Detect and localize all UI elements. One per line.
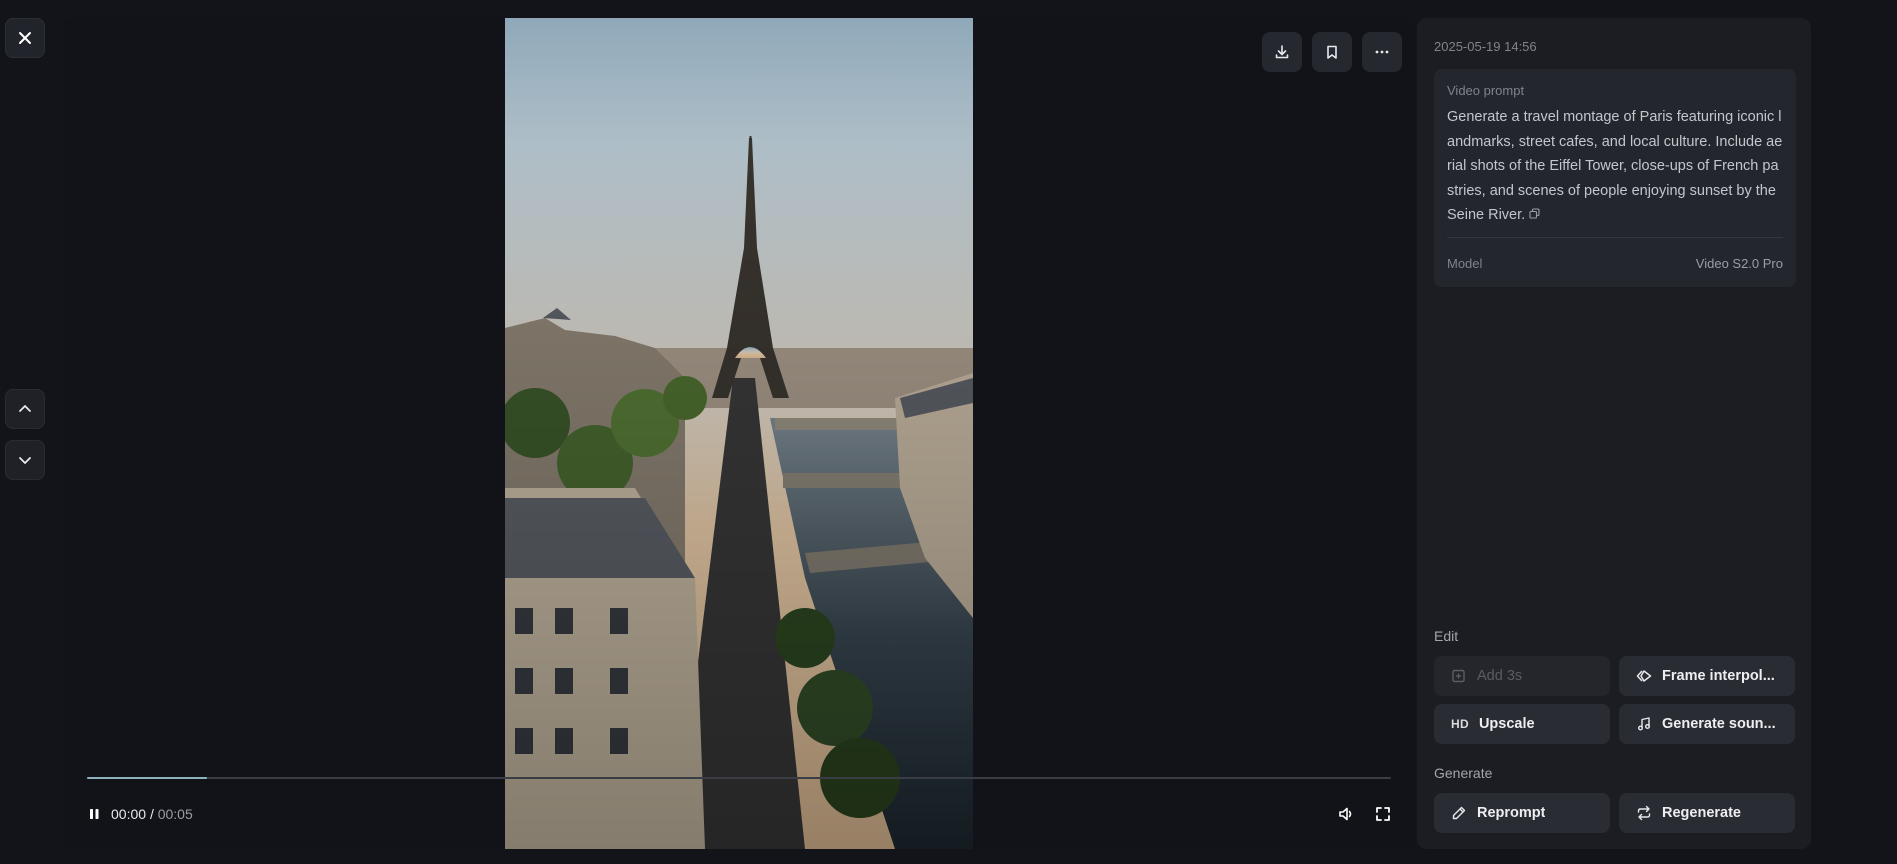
video-player[interactable] (505, 18, 973, 849)
upscale-label: Upscale (1478, 716, 1535, 732)
regenerate-label: Regenerate (1662, 805, 1741, 821)
time-current: 00:00 (111, 806, 147, 822)
model-label: Model (1447, 256, 1483, 271)
download-button[interactable] (1262, 32, 1302, 72)
divider (1447, 237, 1783, 238)
generate-sound-button[interactable]: Generate soun... (1619, 704, 1795, 744)
fullscreen-button[interactable] (1375, 806, 1391, 822)
add-3s-label: Add 3s (1477, 668, 1523, 684)
copy-button[interactable] (1529, 203, 1540, 228)
progress-fill (87, 777, 207, 779)
frame-interpolation-label: Frame interpol... (1662, 668, 1775, 684)
previous-button[interactable] (5, 389, 45, 429)
music-icon (1636, 716, 1652, 732)
pencil-icon (1451, 805, 1467, 821)
close-button[interactable] (5, 18, 45, 58)
pause-icon (90, 809, 99, 819)
generate-section-label: Generate (1434, 765, 1493, 781)
add-clip-icon (1451, 668, 1467, 684)
upscale-button[interactable]: HD Upscale (1434, 704, 1610, 744)
video-actions (1262, 32, 1402, 72)
frame-interpolation-icon (1636, 668, 1652, 684)
time-separator: / (149, 806, 154, 822)
volume-icon (1339, 807, 1352, 821)
time-total: 00:05 (157, 806, 193, 822)
timestamp: 2025-05-19 14:56 (1434, 39, 1537, 54)
prompt-text[interactable]: Generate a travel montage of Paris featu… (1447, 105, 1783, 228)
details-panel: 2025-05-19 14:56 Video prompt Generate a… (1417, 18, 1811, 849)
chevron-up-icon (19, 405, 31, 412)
download-icon (1275, 45, 1289, 59)
prompt-label: Video prompt (1447, 83, 1525, 98)
add-3s-button[interactable]: Add 3s (1434, 656, 1610, 696)
regenerate-button[interactable]: Regenerate (1619, 793, 1795, 833)
video-frame (505, 18, 973, 849)
time-display: 00:00 / 00:05 (111, 806, 193, 822)
copy-icon (1529, 208, 1540, 219)
bookmark-button[interactable] (1312, 32, 1352, 72)
model-value: Video S2.0 Pro (1695, 256, 1783, 271)
video-stage: 00:00 / 00:05 (62, 18, 1416, 849)
volume-button[interactable] (1337, 805, 1355, 823)
prompt-text-content: Generate a travel montage of Paris featu… (1447, 109, 1783, 224)
next-button[interactable] (5, 440, 45, 480)
pause-button[interactable] (87, 807, 101, 821)
more-icon (1375, 50, 1389, 54)
prompt-card: Video prompt Generate a travel montage o… (1434, 69, 1796, 287)
chevron-down-icon (19, 457, 31, 464)
reprompt-button[interactable]: Reprompt (1434, 793, 1610, 833)
reprompt-label: Reprompt (1477, 805, 1546, 821)
generate-sound-label: Generate soun... (1662, 716, 1776, 732)
edit-section-label: Edit (1434, 628, 1459, 644)
progress-bar[interactable] (87, 777, 1391, 779)
more-button[interactable] (1362, 32, 1402, 72)
frame-interpolation-button[interactable]: Frame interpol... (1619, 656, 1795, 696)
bookmark-icon (1327, 45, 1337, 59)
fullscreen-icon (1376, 807, 1390, 821)
player-controls: 00:00 / 00:05 (87, 802, 1391, 826)
hd-icon: HD (1451, 717, 1469, 731)
close-icon (19, 32, 31, 44)
repeat-icon (1636, 805, 1652, 821)
